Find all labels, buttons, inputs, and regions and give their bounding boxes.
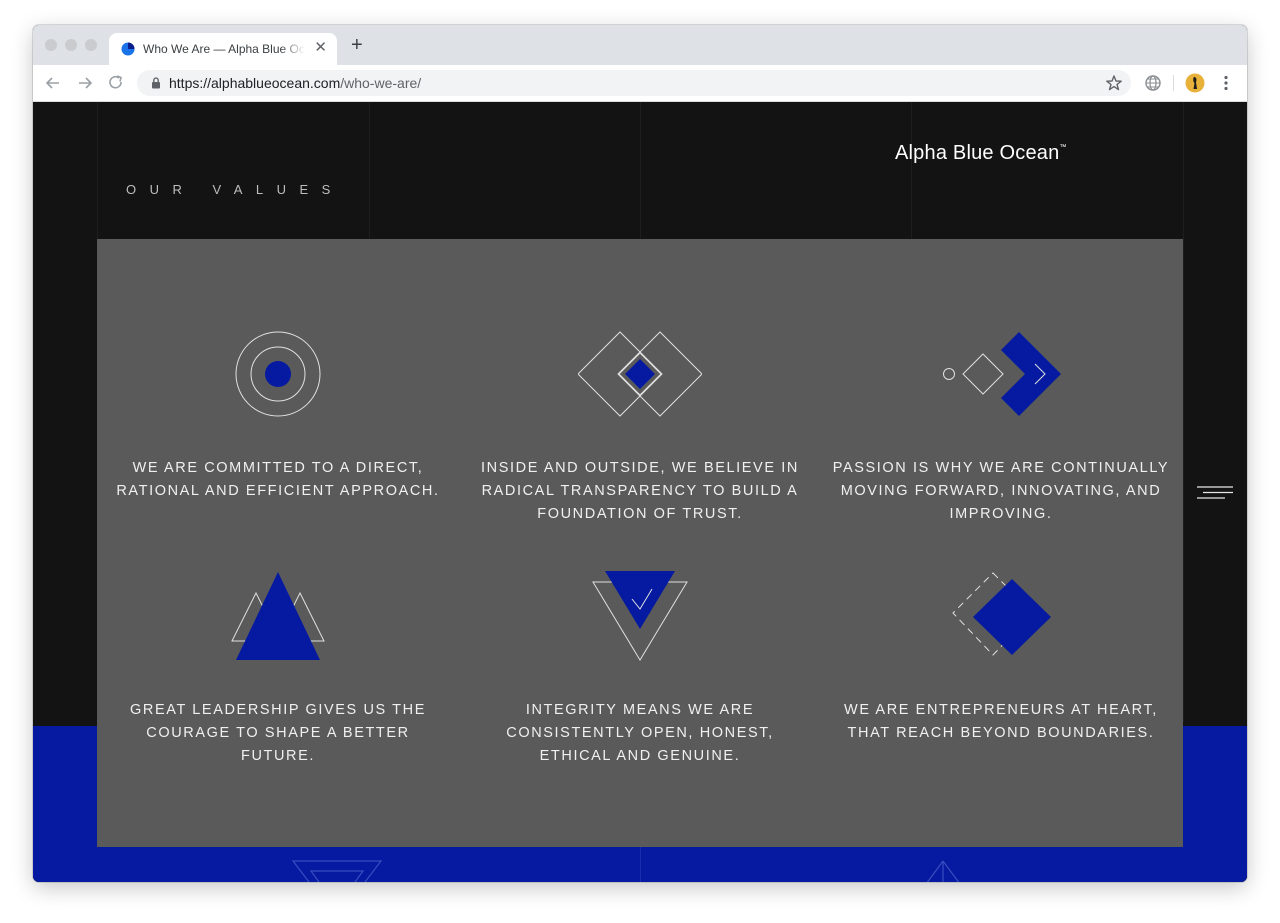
brand-name: Alpha Blue Ocean [895,142,1060,164]
url-text: https://alphablueocean.com/who-we-are/ [169,75,421,91]
triangles-icon [231,572,325,660]
value-text: WE ARE COMMITTED TO A DIRECT, RATIONAL A… [116,460,440,499]
target-circle-icon [235,331,321,417]
close-window-dot[interactable] [45,39,57,51]
url-host: https://alphablueocean.com [169,75,341,91]
site-favicon-icon [121,42,135,56]
brand-logo[interactable]: Alpha Blue Ocean™ [895,142,1067,165]
outline-pyramid-icon [926,860,960,882]
outline-triangle-icon [291,860,383,882]
new-tab-button[interactable]: + [351,34,363,56]
lock-icon [152,77,160,89]
minimize-window-dot[interactable] [65,39,77,51]
value-item-entrepreneurs: WE ARE ENTREPRENEURS AT HEART, THAT REAC… [831,571,1171,745]
toolbar-divider [1173,75,1174,91]
forward-arrow-icon[interactable] [75,73,95,93]
page-viewport: Alpha Blue Ocean™ OUR VALUES WE ARE COMM… [33,102,1247,882]
value-item-passion: PASSION IS WHY WE ARE CONTINUALLY MOVING… [831,329,1171,526]
hamburger-menu-icon[interactable] [1197,485,1233,503]
value-text: PASSION IS WHY WE ARE CONTINUALLY MOVING… [832,460,1170,522]
profile-avatar-icon[interactable] [1185,73,1205,93]
reload-icon[interactable] [106,73,126,93]
active-tab[interactable]: Who We Are — Alpha Blue Ocean ✕ [109,33,337,65]
url-path: /who-we-are/ [340,75,422,91]
forward-chevron-icon [943,332,1061,416]
value-text: WE ARE ENTREPRENEURS AT HEART, THAT REAC… [844,702,1158,741]
value-text: INTEGRITY MEANS WE ARE CONSISTENTLY OPEN… [506,702,774,764]
tab-title: Who We Are — Alpha Blue Ocean [143,42,305,56]
bookmark-star-icon[interactable] [1105,74,1123,92]
overlapping-diamonds-icon [578,331,702,417]
more-options-icon[interactable] [1216,73,1236,93]
trademark-symbol: ™ [1059,144,1067,151]
browser-window: Who We Are — Alpha Blue Ocean ✕ + https:… [33,25,1247,882]
address-bar[interactable]: https://alphablueocean.com/who-we-are/ [137,70,1131,96]
grid-line [1183,102,1184,722]
value-item-leadership: GREAT LEADERSHIP GIVES US THE COURAGE TO… [108,571,448,768]
value-text: GREAT LEADERSHIP GIVES US THE COURAGE TO… [130,702,426,764]
section-title: OUR VALUES [126,182,344,197]
globe-extension-icon[interactable] [1143,73,1163,93]
inverted-triangle-check-icon [592,571,688,661]
value-item-integrity: INTEGRITY MEANS WE ARE CONSISTENTLY OPEN… [470,571,810,768]
values-card: WE ARE COMMITTED TO A DIRECT, RATIONAL A… [97,239,1183,847]
value-item-transparency: INSIDE AND OUTSIDE, WE BELIEVE IN RADICA… [470,329,810,526]
value-text: INSIDE AND OUTSIDE, WE BELIEVE IN RADICA… [481,460,799,522]
back-arrow-icon[interactable] [43,73,63,93]
tab-close-icon[interactable]: ✕ [314,40,327,56]
browser-toolbar: https://alphablueocean.com/who-we-are/ [33,65,1247,102]
value-item-direct: WE ARE COMMITTED TO A DIRECT, RATIONAL A… [108,329,448,503]
dashed-diamond-icon [952,572,1051,656]
tab-strip: Who We Are — Alpha Blue Ocean ✕ + [33,25,1247,65]
maximize-window-dot[interactable] [85,39,97,51]
